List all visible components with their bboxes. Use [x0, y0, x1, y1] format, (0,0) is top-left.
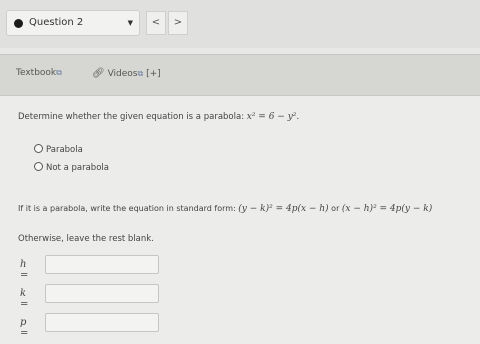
- textbook-link[interactable]: Textbook⧉: [16, 68, 62, 78]
- videos-expand: [+]: [146, 69, 161, 79]
- p-label: p =: [20, 317, 29, 339]
- question-label: Question 2: [29, 17, 84, 28]
- option-parabola[interactable]: Parabola: [34, 144, 83, 155]
- option-label: Parabola: [46, 145, 83, 155]
- external-link-icon: ⧉: [56, 68, 62, 77]
- next-question-button[interactable]: >: [168, 11, 188, 35]
- chevron-down-icon: ▼: [127, 19, 133, 27]
- videos-link[interactable]: 🔗︎ Videos⧉ [+]: [92, 68, 161, 79]
- radio-button[interactable]: [34, 144, 43, 153]
- question-selector[interactable]: Question 2 ▼: [6, 10, 140, 36]
- radio-button[interactable]: [34, 162, 43, 171]
- paperclip-icon: 🔗︎: [92, 68, 105, 79]
- resources-bar: Textbook⧉ 🔗︎ Videos⧉ [+]: [0, 54, 480, 96]
- previous-question-button[interactable]: <: [146, 11, 166, 35]
- standard-form-2: (x − h)² = 4p(y − k): [341, 204, 433, 214]
- option-label: Not a parabola: [46, 163, 109, 173]
- option-not-parabola[interactable]: Not a parabola: [34, 162, 109, 173]
- question-prompt: Determine whether the given equation is …: [18, 112, 299, 122]
- h-label: h =: [20, 259, 29, 281]
- status-dot-icon: [14, 19, 23, 28]
- standard-form-instruction: If it is a parabola, write the equation …: [18, 204, 432, 214]
- h-input[interactable]: [45, 255, 159, 274]
- standard-form-1: (y − k)² = 4p(x − h): [238, 204, 329, 214]
- or-text: or: [331, 204, 340, 213]
- external-link-icon: ⧉: [137, 69, 144, 78]
- instruction-text: If it is a parabola, write the equation …: [18, 204, 236, 213]
- top-bar: Question 2 ▼ < >: [0, 0, 480, 48]
- p-input[interactable]: [45, 313, 159, 332]
- question-content: Determine whether the given equation is …: [0, 96, 480, 344]
- k-input[interactable]: [45, 284, 159, 303]
- equation: x² = 6 − y².: [246, 112, 300, 122]
- prompt-text: Determine whether the given equation is …: [18, 112, 245, 122]
- otherwise-note: Otherwise, leave the rest blank.: [18, 234, 154, 244]
- k-label: k =: [20, 288, 29, 310]
- videos-label: Videos: [107, 69, 138, 79]
- textbook-label: Textbook: [16, 68, 57, 78]
